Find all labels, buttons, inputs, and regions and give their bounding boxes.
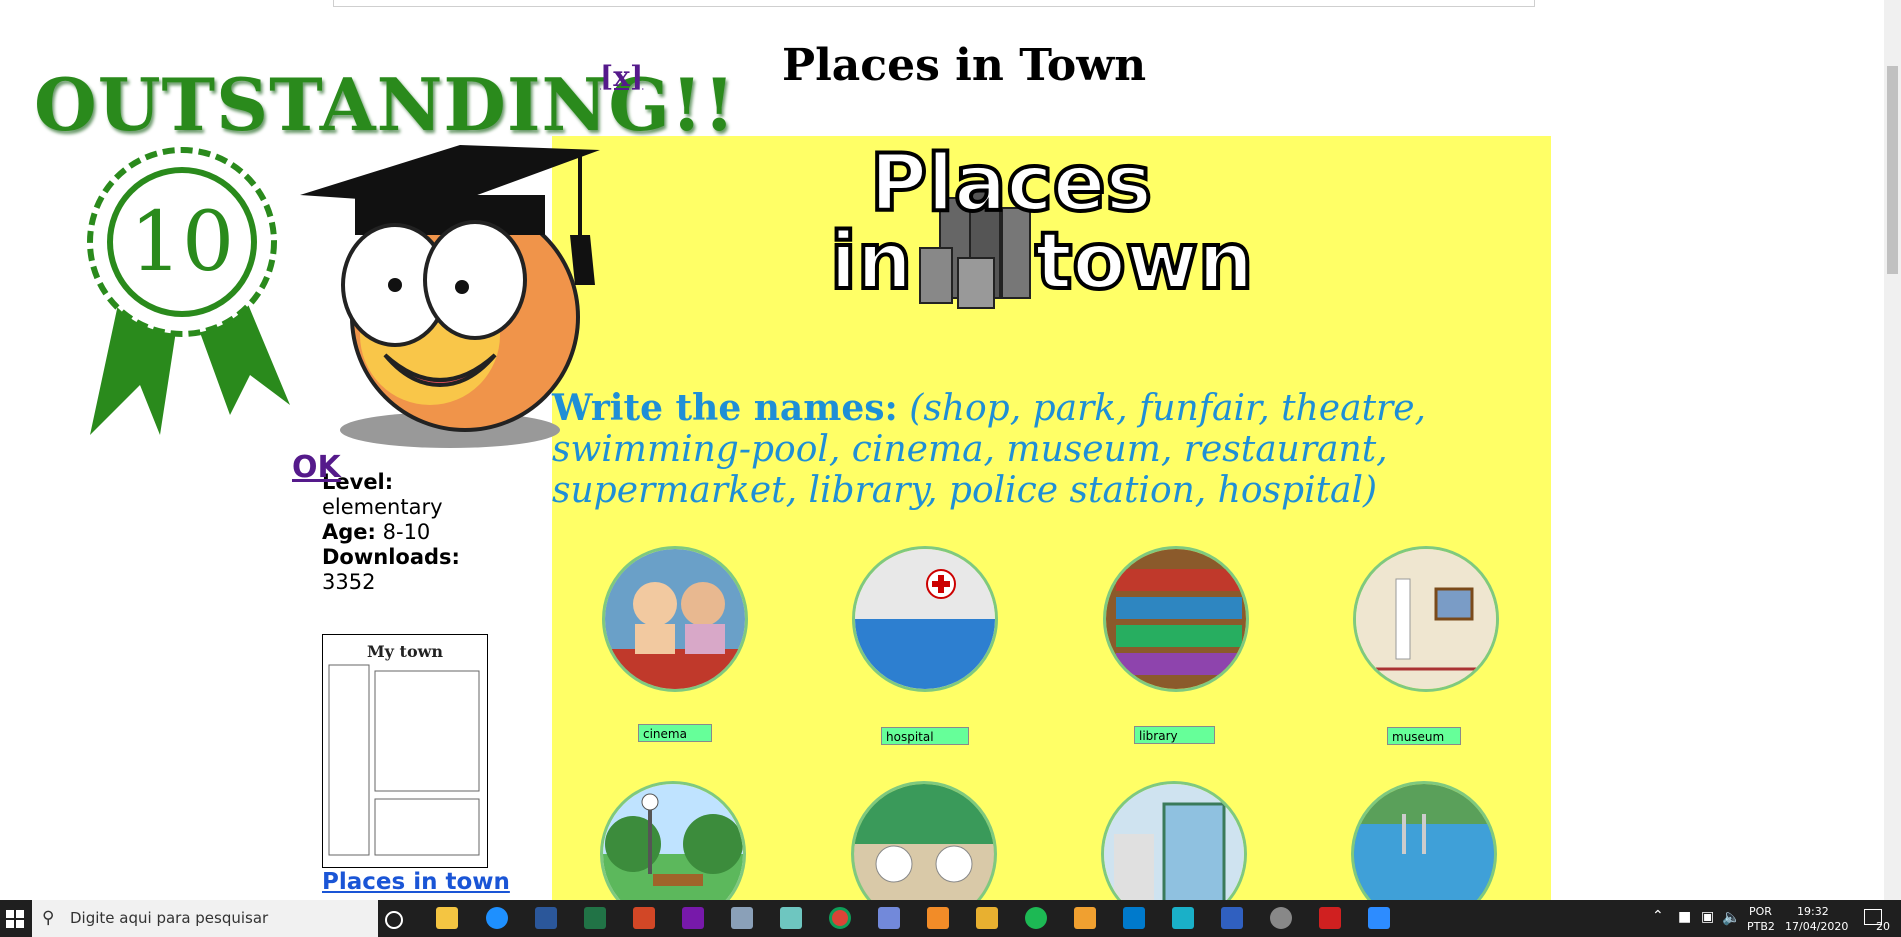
file-explorer-icon[interactable] xyxy=(436,907,458,929)
smiley-graduate-icon xyxy=(300,145,600,448)
sticky-icon[interactable] xyxy=(780,907,802,929)
windows-start-icon[interactable] xyxy=(6,910,24,928)
logo-line2b: town xyxy=(1035,217,1253,307)
places-in-town-logo: Places in town xyxy=(830,138,1255,309)
camera-icon[interactable] xyxy=(1172,907,1194,929)
word-icon[interactable] xyxy=(535,907,557,929)
worksheet-info: Level: elementary Age: 8-10 Downloads: 3… xyxy=(322,470,460,595)
worksheet-link[interactable]: Places in town xyxy=(322,869,510,895)
clock-date[interactable]: 17/04/2020 xyxy=(1785,920,1848,933)
groove-icon[interactable] xyxy=(1270,907,1292,929)
search-icon: ⚲ xyxy=(42,908,55,928)
chevron-up-icon[interactable]: ⌃ xyxy=(1652,908,1664,924)
rosette-icon: 10 xyxy=(87,147,290,435)
answer-input-2[interactable]: hospital xyxy=(881,727,969,745)
task-view-icon[interactable] xyxy=(385,911,403,929)
worksheet-thumbnail[interactable]: My town xyxy=(322,634,488,868)
thumbnail-title: My town xyxy=(367,642,443,661)
scrollbar-thumb[interactable] xyxy=(1887,66,1898,274)
translator-icon[interactable] xyxy=(1221,907,1243,929)
library-picture xyxy=(1103,546,1249,692)
excel-icon[interactable] xyxy=(584,907,606,929)
logo-line2a: in xyxy=(830,217,912,307)
age-value: 8-10 xyxy=(382,520,431,544)
answer-input-3[interactable]: library xyxy=(1134,726,1215,744)
wifi-icon[interactable]: ■ xyxy=(1678,909,1691,925)
search-placeholder: Digite aqui para pesquisar xyxy=(70,909,269,927)
logo-line1: Places xyxy=(870,139,1152,229)
control-panel-icon[interactable] xyxy=(731,907,753,929)
discord-icon[interactable] xyxy=(878,907,900,929)
language-code[interactable]: POR xyxy=(1749,905,1772,918)
age-label: Age: xyxy=(322,520,376,544)
zoom-icon[interactable] xyxy=(1368,907,1390,929)
media-player-icon[interactable] xyxy=(927,907,949,929)
downloads-value: 3352 xyxy=(322,570,376,594)
taskbar-search-box[interactable]: ⚲ Digite aqui para pesquisar xyxy=(32,900,378,937)
photos-icon[interactable] xyxy=(1074,907,1096,929)
hospital-picture xyxy=(852,546,998,692)
answer-input-4[interactable]: museum xyxy=(1387,727,1461,745)
page-title: Places in Town xyxy=(782,40,1147,91)
clock-time[interactable]: 19:32 xyxy=(1797,905,1829,918)
answer-input-1[interactable]: cinema xyxy=(638,724,712,742)
close-overlay-link[interactable]: [x] xyxy=(600,60,643,93)
language-layout[interactable]: PTB2 xyxy=(1747,920,1775,933)
vscode-icon[interactable] xyxy=(1123,907,1145,929)
edge-icon[interactable] xyxy=(486,907,508,929)
paint-icon[interactable] xyxy=(976,907,998,929)
chrome-icon[interactable] xyxy=(829,907,851,929)
top-frame xyxy=(333,0,1535,7)
museum-picture xyxy=(1353,546,1499,692)
ok-link[interactable]: OK xyxy=(292,450,341,485)
downloads-label: Downloads: xyxy=(322,545,460,569)
cinema-picture xyxy=(602,546,748,692)
level-value: elementary xyxy=(322,495,443,519)
volume-icon[interactable]: 🔈 xyxy=(1722,908,1741,926)
instructions: Write the names: (shop, park, funfair, t… xyxy=(552,388,1537,512)
onenote-icon[interactable] xyxy=(682,907,704,929)
powerpoint-icon[interactable] xyxy=(633,907,655,929)
notifications-count: 20 xyxy=(1876,920,1890,933)
flash-icon[interactable] xyxy=(1319,907,1341,929)
score-text: 10 xyxy=(130,195,234,290)
network-icon[interactable]: ▣ xyxy=(1701,909,1714,925)
spotify-icon[interactable] xyxy=(1025,907,1047,929)
windows-taskbar: ⚲ Digite aqui para pesquisar ⌃ ■ ▣ 🔈 POR… xyxy=(0,900,1901,937)
